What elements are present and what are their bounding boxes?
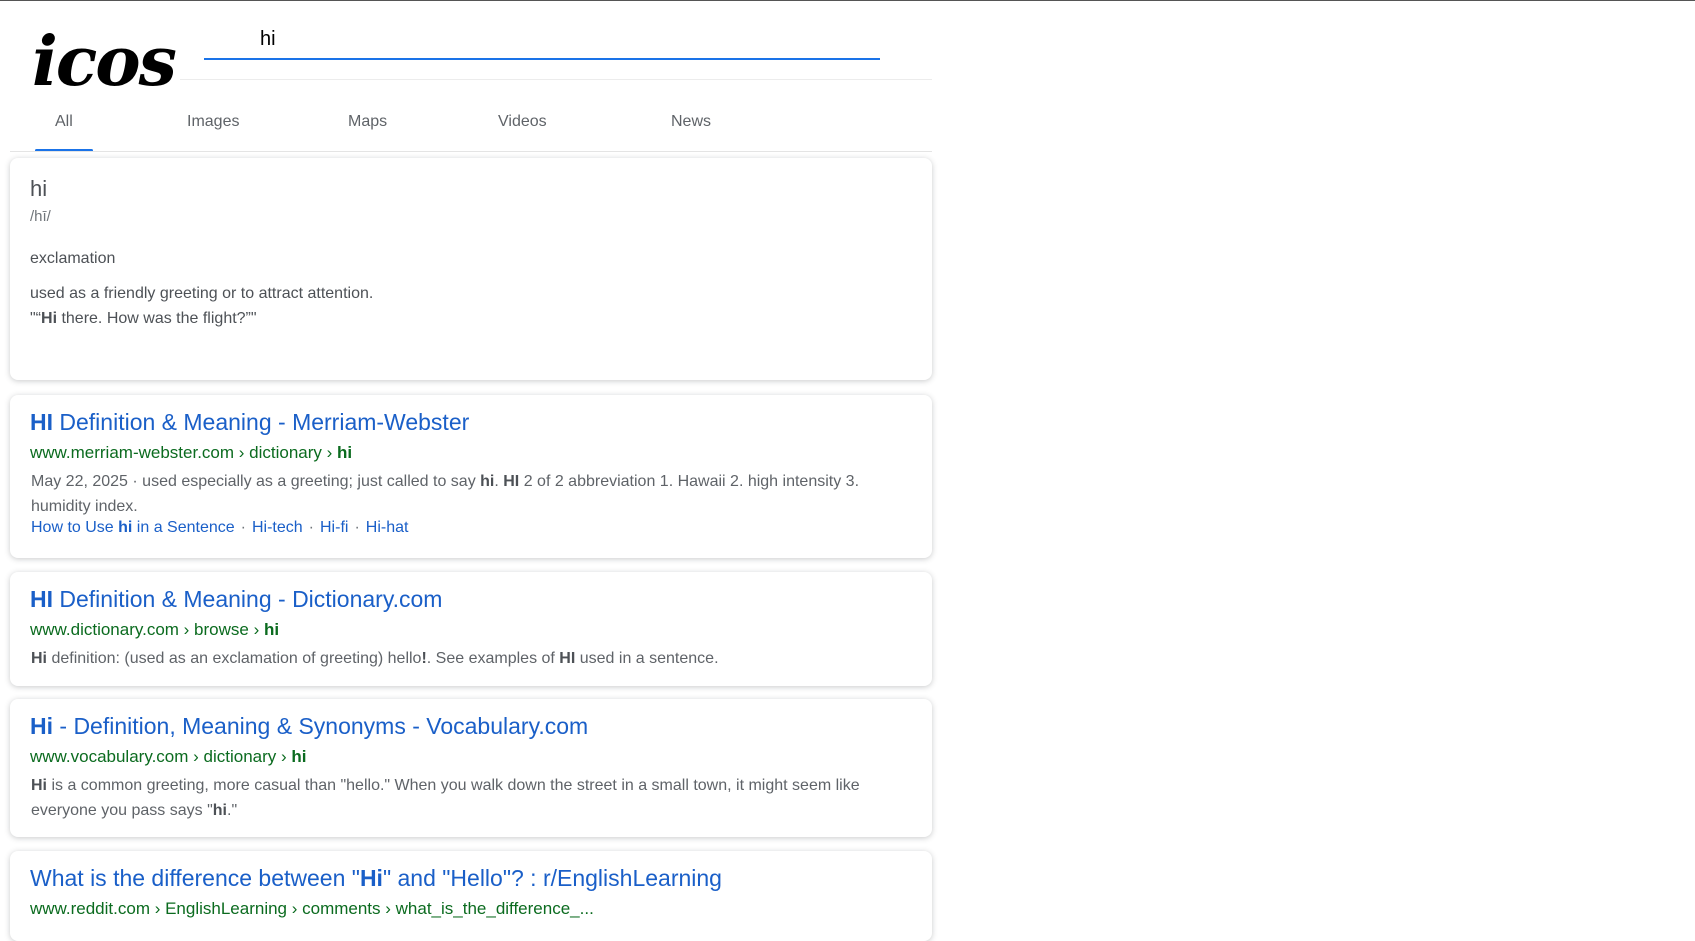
sitelink-hi-tech[interactable]: Hi-tech (252, 519, 303, 536)
snippet-text: is a common greeting, more casual than "… (31, 777, 860, 819)
result-title-text: - Definition, Meaning & Synonyms - Vocab… (53, 713, 589, 739)
dictionary-phonetic: /hī/ (30, 208, 51, 225)
window-top-border (0, 0, 1695, 1)
tab-news[interactable]: News (671, 113, 711, 131)
dictionary-definition: used as a friendly greeting or to attrac… (30, 285, 374, 302)
result-title-bold: Hi (359, 865, 383, 891)
example-rest: there. How was the flight?”" (57, 310, 257, 327)
result-title-link[interactable]: Hi - Definition, Meaning & Synonyms - Vo… (30, 713, 588, 740)
snippet-text: used in a sentence. (575, 650, 719, 667)
result-url-bold: hi (263, 620, 280, 639)
search-input[interactable] (204, 20, 880, 60)
sitelink-text: How to Use (31, 519, 119, 536)
tab-all[interactable]: All (55, 113, 73, 131)
result-snippet: Hi is a common greeting, more casual tha… (31, 773, 911, 823)
dictionary-word: hi (30, 176, 48, 201)
snippet-text: May 22, 2025 · used especially as a gree… (31, 473, 481, 490)
snippet-text: definition: (used as an exclamation of g… (47, 650, 422, 667)
tab-images[interactable]: Images (187, 113, 239, 131)
search-result: What is the difference between "Hi" and … (10, 851, 932, 941)
result-url-text: www.reddit.com › EnglishLearning › comme… (30, 899, 594, 918)
result-url[interactable]: www.reddit.com › EnglishLearning › comme… (30, 899, 594, 919)
tab-maps[interactable]: Maps (348, 113, 387, 131)
result-title-link[interactable]: What is the difference between "Hi" and … (30, 865, 722, 892)
result-url[interactable]: www.dictionary.com › browse › hi (30, 620, 279, 640)
sitelink-separator: · (354, 519, 360, 536)
result-url[interactable]: www.merriam-webster.com › dictionary › h… (30, 443, 352, 463)
sitelink-separator: · (308, 519, 314, 536)
search-tabs: All Images Maps Videos News (10, 100, 932, 152)
result-snippet: Hi definition: (used as an exclamation o… (31, 646, 911, 671)
result-title-text: Definition & Meaning - Merriam-Webster (53, 409, 470, 435)
result-title-text: Definition & Meaning - Dictionary.com (53, 586, 443, 612)
snippet-highlight: Hi (31, 650, 47, 667)
sitelink-text: in a Sentence (132, 519, 235, 536)
result-url[interactable]: www.vocabulary.com › dictionary › hi (30, 747, 306, 767)
sitelink-hi-fi[interactable]: Hi-fi (320, 519, 348, 536)
snippet-highlight: HI (503, 473, 520, 490)
sitelink-how-to-use[interactable]: How to Use hi in a Sentence (31, 519, 235, 536)
result-title-text: " and "Hello"? : r/EnglishLearning (382, 865, 722, 891)
dictionary-card: hi /hī/ exclamation used as a friendly g… (10, 158, 932, 380)
example-bold-word: Hi (41, 310, 58, 327)
snippet-text: . (494, 473, 504, 490)
result-title-bold: HI (30, 409, 53, 435)
dictionary-part-of-speech: exclamation (30, 250, 116, 267)
result-title-bold: HI (30, 586, 53, 612)
result-title-link[interactable]: HI Definition & Meaning - Dictionary.com (30, 586, 442, 613)
snippet-highlight: Hi (31, 777, 47, 794)
result-url-text: www.merriam-webster.com › dictionary › (30, 443, 338, 462)
result-url-bold: hi (337, 443, 353, 462)
result-title-link[interactable]: HI Definition & Meaning - Merriam-Webste… (30, 409, 469, 436)
search-bar (204, 20, 880, 62)
sitelink-separator: · (240, 519, 246, 536)
snippet-highlight: hi (212, 802, 227, 819)
result-snippet: May 22, 2025 · used especially as a gree… (31, 469, 911, 519)
snippet-text: . See examples of (426, 650, 560, 667)
snippet-highlight: hi (480, 473, 495, 490)
tabs-divider (10, 151, 932, 152)
sitelink-bold: hi (118, 519, 133, 536)
header-divider (180, 79, 932, 80)
snippet-highlight: HI (559, 650, 576, 667)
result-url-text: www.dictionary.com › browse › (30, 620, 264, 639)
result-title-bold: Hi (30, 713, 53, 739)
result-title-text: What is the difference between " (30, 865, 360, 891)
example-prefix: "“ (30, 310, 42, 327)
result-url-text: www.vocabulary.com › dictionary › (30, 747, 292, 766)
dictionary-example: "“Hi there. How was the flight?”" (30, 310, 257, 328)
snippet-text: ." (227, 802, 238, 819)
result-url-bold: hi (291, 747, 307, 766)
sitelink-hi-hat[interactable]: Hi-hat (366, 519, 409, 536)
search-result: HI Definition & Meaning - Merriam-Webste… (10, 395, 932, 558)
result-sitelinks: How to Use hi in a Sentence · Hi-tech · Hi-f… (31, 519, 408, 537)
site-logo[interactable]: icos (32, 28, 177, 96)
search-result: HI Definition & Meaning - Dictionary.com… (10, 572, 932, 686)
tab-videos[interactable]: Videos (498, 113, 547, 131)
search-result: Hi - Definition, Meaning & Synonyms - Vo… (10, 699, 932, 837)
